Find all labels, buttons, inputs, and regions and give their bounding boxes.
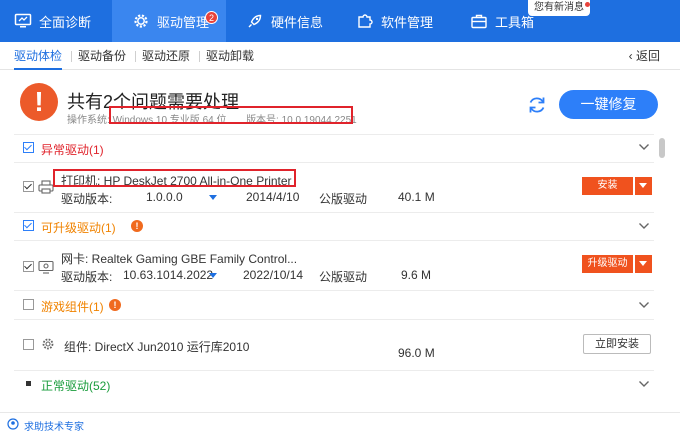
nav-tab-driver-management[interactable]: 驱动管理 2 [112, 0, 226, 42]
component-size: 96.0 M [398, 346, 435, 360]
driver-date: 2022/10/14 [243, 268, 304, 282]
top-navigation: 全面诊断 驱动管理 2 硬件信息 软件管理 工具箱 您有新消息 [0, 0, 680, 42]
highlight-box [109, 106, 353, 124]
section-title-normal: 正常驱动(52) [41, 379, 111, 393]
divider [14, 134, 654, 135]
chevron-left-icon: ‹ [628, 49, 636, 63]
directx-checkbox[interactable] [23, 339, 34, 350]
game-section-checkbox[interactable] [23, 299, 34, 310]
new-message-toast[interactable]: 您有新消息 [528, 0, 590, 16]
footer: 求助技术专家 [0, 412, 680, 434]
nav-tab-label: 全面诊断 [39, 14, 92, 30]
printer-icon [38, 180, 54, 194]
collapse-bullet[interactable] [26, 381, 31, 386]
sub-navigation: 驱动体检 驱动备份 驱动还原 驱动卸载 ‹ 返回 [0, 42, 680, 70]
section-title-game-components: 游戏组件(1) [41, 300, 104, 314]
one-click-fix-button[interactable]: 一键修复 [559, 90, 658, 119]
driver-date: 2014/4/10 [246, 190, 300, 204]
nav-tab-label: 硬件信息 [271, 14, 324, 30]
nav-tab-hardware-info[interactable]: 硬件信息 [246, 0, 323, 42]
puzzle-icon [356, 12, 374, 30]
subtab-driver-check[interactable]: 驱动体检 [14, 42, 63, 70]
upgradable-section-checkbox[interactable] [23, 220, 34, 231]
driver-type: 公版驱动 [319, 270, 368, 284]
divider [14, 212, 654, 213]
install-now-button[interactable]: 立即安装 [583, 334, 651, 354]
subtab-driver-uninstall[interactable]: 驱动卸载 [206, 42, 254, 70]
info-icon[interactable]: ! [131, 220, 143, 232]
divider [14, 240, 654, 241]
nav-tab-label: 驱动管理 [157, 14, 210, 30]
support-agent-icon [7, 418, 19, 430]
os-label: 操作系统: [67, 115, 110, 126]
printer-checkbox[interactable] [23, 181, 34, 192]
divider [135, 51, 136, 62]
subtab-driver-backup[interactable]: 驱动备份 [78, 42, 126, 70]
warning-icon: ! [20, 83, 58, 121]
toolbox-icon [470, 12, 488, 30]
refresh-icon[interactable] [526, 94, 548, 116]
driver-version-label: 驱动版本: [61, 270, 113, 284]
nic-name: 网卡: Realtek Gaming GBE Family Control... [61, 252, 298, 266]
chevron-down-icon[interactable] [638, 222, 650, 230]
divider [14, 162, 654, 163]
nic-checkbox[interactable] [23, 261, 34, 272]
divider [14, 370, 654, 371]
driver-size: 40.1 M [398, 190, 435, 204]
subtab-driver-restore[interactable]: 驱动还原 [142, 42, 190, 70]
version-dropdown-caret[interactable] [209, 195, 217, 200]
scrollbar-thumb[interactable] [659, 138, 665, 158]
info-icon[interactable]: ! [109, 299, 121, 311]
back-button[interactable]: ‹ 返回 [629, 42, 660, 70]
chevron-down-icon[interactable] [638, 301, 650, 309]
nav-tab-diagnosis[interactable]: 全面诊断 [14, 0, 91, 42]
nav-tab-label: 软件管理 [381, 14, 434, 30]
section-title-abnormal: 异常驱动(1) [41, 143, 104, 157]
driver-type: 公版驱动 [319, 192, 368, 206]
chevron-down-icon[interactable] [638, 380, 650, 388]
section-title-upgradable: 可升级驱动(1) [41, 221, 116, 235]
upgrade-driver-button[interactable]: 升级驱动 [582, 255, 633, 273]
driver-version: 1.0.0.0 [146, 190, 183, 204]
divider [14, 290, 654, 291]
divider [14, 319, 654, 320]
network-card-icon [38, 260, 54, 274]
divider [71, 51, 72, 62]
install-options-dropdown[interactable] [635, 177, 652, 195]
highlight-box [53, 169, 296, 187]
version-dropdown-caret[interactable] [209, 273, 217, 278]
component-gear-icon [42, 338, 54, 350]
back-label: 返回 [635, 49, 660, 63]
gear-icon [132, 12, 150, 30]
install-button[interactable]: 安装 [582, 177, 633, 195]
divider [199, 51, 200, 62]
nav-tab-toolbox[interactable]: 工具箱 [470, 0, 534, 42]
monitor-icon [14, 12, 32, 30]
driver-version: 10.63.1014.2022 [123, 268, 214, 282]
unread-dot [585, 2, 590, 7]
rocket-icon [246, 12, 264, 30]
chevron-down-icon[interactable] [638, 143, 650, 151]
notification-badge: 2 [205, 11, 218, 24]
driver-size: 9.6 M [401, 268, 432, 282]
component-name: 组件: DirectX Jun2010 运行库2010 [64, 340, 250, 354]
abnormal-section-checkbox[interactable] [23, 142, 34, 153]
driver-version-label: 驱动版本: [61, 192, 113, 206]
ask-expert-link[interactable]: 求助技术专家 [24, 418, 84, 433]
nav-tab-software-management[interactable]: 软件管理 [356, 0, 433, 42]
upgrade-options-dropdown[interactable] [635, 255, 652, 273]
